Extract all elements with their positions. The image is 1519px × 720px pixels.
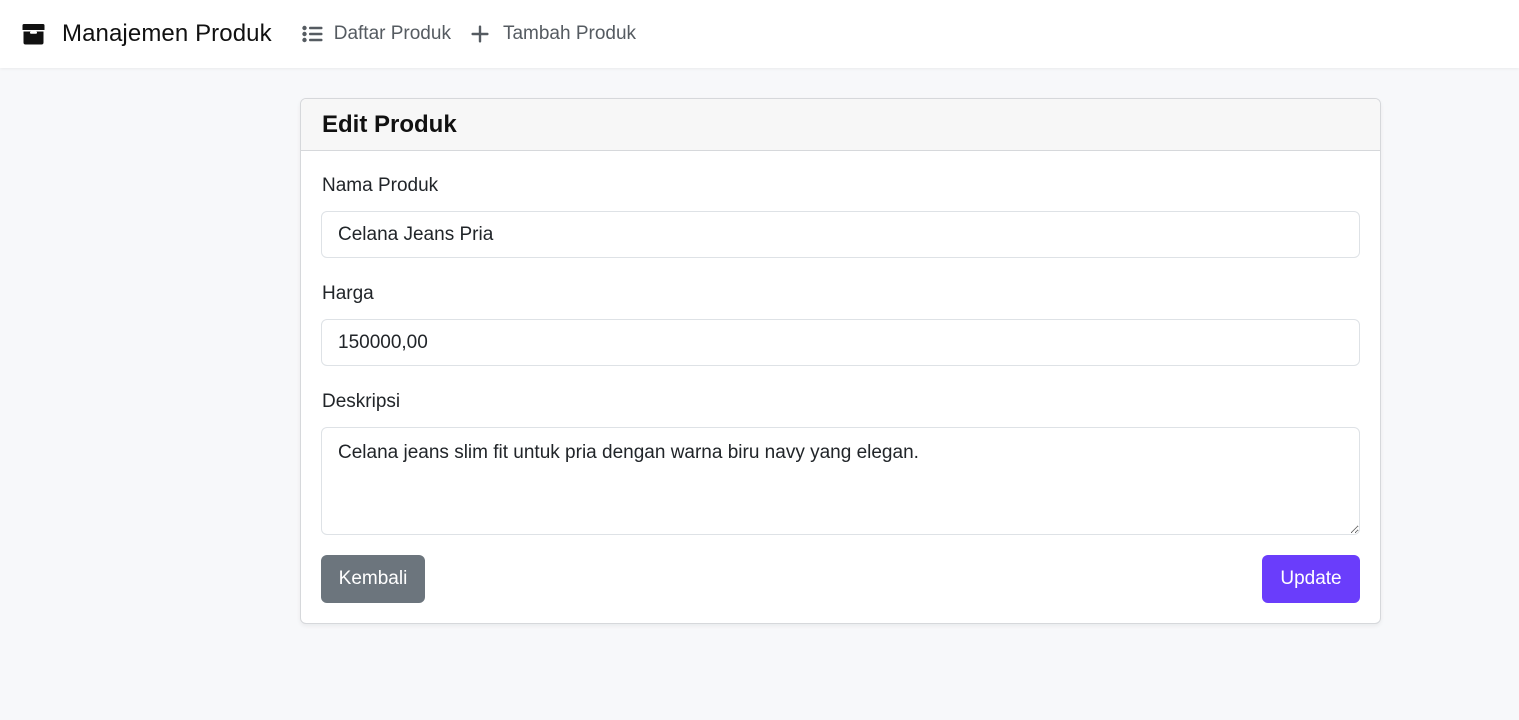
nav-link-daftar-produk[interactable]: Daftar Produk xyxy=(302,23,451,45)
deskripsi-label: Deskripsi xyxy=(322,391,401,412)
plus-icon xyxy=(471,25,492,43)
edit-produk-card: Edit Produk Nama Produk Harga Deskripsi … xyxy=(300,98,1381,624)
list-icon xyxy=(302,25,323,43)
top-navbar: Manajemen Produk Daftar Produk Tambah Pr… xyxy=(0,0,1519,68)
card-header: Edit Produk xyxy=(301,99,1380,151)
brand-link[interactable]: Manajemen Produk xyxy=(22,22,272,46)
nav-link-label: Tambah Produk xyxy=(502,23,637,44)
harga-input[interactable] xyxy=(321,319,1360,366)
harga-label: Harga xyxy=(322,283,374,304)
card-title: Edit Produk xyxy=(322,110,457,138)
nav-link-label: Daftar Produk xyxy=(333,23,451,44)
kembali-button[interactable]: Kembali xyxy=(321,555,425,603)
box-icon xyxy=(22,23,45,45)
nav-link-tambah-produk[interactable]: Tambah Produk xyxy=(471,23,636,45)
update-button[interactable]: Update xyxy=(1262,555,1360,603)
deskripsi-textarea[interactable]: Celana jeans slim fit untuk pria dengan … xyxy=(321,427,1360,535)
nama-produk-input[interactable] xyxy=(321,211,1360,258)
nama-produk-label: Nama Produk xyxy=(322,175,439,196)
brand-title: Manajemen Produk xyxy=(62,20,272,47)
